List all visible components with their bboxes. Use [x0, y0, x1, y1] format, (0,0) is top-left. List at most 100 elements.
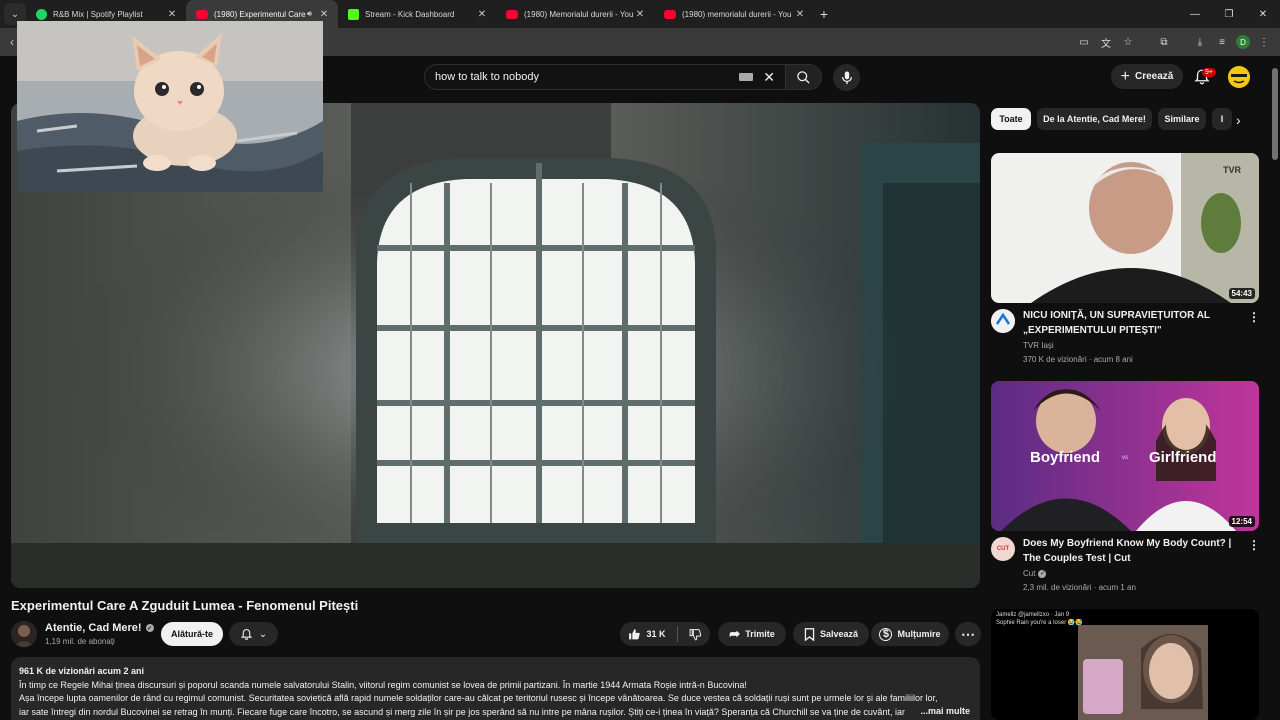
- description-box[interactable]: 961 K de vizionări acum 2 ani În timp ce…: [11, 657, 980, 720]
- microphone-icon: [841, 70, 852, 84]
- extensions-icon[interactable]: ⧉: [1156, 34, 1172, 50]
- more-horizontal-icon: ⋯: [961, 625, 975, 642]
- recommendation-thumbnail[interactable]: TVR 54:43: [991, 153, 1259, 303]
- thumbnail-image: TVR: [991, 153, 1259, 303]
- channel-name-row[interactable]: Atentie, Cad Mere! ✓: [45, 622, 154, 634]
- notifications-badge: 9+: [1202, 68, 1216, 77]
- cut-logo: CUT: [996, 546, 1010, 552]
- recommendation-channel[interactable]: Cut: [1023, 569, 1035, 578]
- profile-avatar[interactable]: D: [1236, 35, 1250, 49]
- voice-search-button[interactable]: [833, 64, 860, 91]
- keyboard-icon[interactable]: [739, 73, 754, 81]
- more-vertical-icon[interactable]: ⋮: [1248, 310, 1260, 324]
- save-button[interactable]: Salvează: [793, 622, 869, 646]
- search-button[interactable]: [786, 64, 822, 90]
- screen: ⌄ R&B Mix | Spotify Playlist ✕ (1980) Ex…: [0, 0, 1280, 720]
- like-dislike-group: 31 K: [620, 622, 710, 646]
- media-control-icon[interactable]: ≡: [1214, 34, 1230, 50]
- thumbnail-vs: vs: [1122, 455, 1128, 461]
- chip-partial[interactable]: I: [1212, 108, 1232, 130]
- new-tab-button[interactable]: +: [814, 6, 834, 22]
- youtube-icon: [196, 9, 208, 19]
- close-tab-icon[interactable]: ✕: [476, 9, 488, 20]
- description-line: În timp ce Regele Mihai ținea discursuri…: [19, 679, 747, 690]
- browser-tab[interactable]: (1980) memorialul durerii - You ✕: [654, 0, 814, 28]
- channel-name[interactable]: Atentie, Cad Mere!: [45, 622, 142, 634]
- recommendation-thumbnail[interactable]: Jamellz @jamellzxo · Jan 9 Sophie Rain y…: [991, 609, 1259, 720]
- video-duration: 54:43: [1228, 288, 1255, 299]
- browser-tab[interactable]: Stream - Kick Dashboard ✕: [338, 0, 496, 28]
- more-actions-button[interactable]: ⋯: [955, 622, 981, 646]
- chevron-right-icon[interactable]: ›: [1236, 112, 1241, 128]
- scrollbar-thumb[interactable]: [1272, 68, 1278, 160]
- chip-from-channel[interactable]: De la Atentie, Cad Mere!: [1037, 108, 1152, 130]
- search-box[interactable]: ✕: [424, 64, 786, 90]
- close-tab-icon[interactable]: ✕: [634, 9, 646, 20]
- window-close-icon[interactable]: ✕: [1246, 9, 1280, 20]
- channel-avatar-image: [11, 621, 37, 647]
- account-avatar[interactable]: [1228, 66, 1250, 88]
- bookmark-star-icon[interactable]: ☆: [1120, 34, 1136, 50]
- recommendation-meta: 2,3 mil. de vizionări · acum 1 an: [1023, 583, 1136, 592]
- thumbs-up-icon[interactable]: [628, 628, 641, 641]
- close-tab-icon[interactable]: ✕: [794, 9, 806, 20]
- clear-search-icon[interactable]: ✕: [763, 69, 775, 86]
- spotify-icon: [36, 8, 47, 20]
- bookmark-icon: [804, 627, 815, 641]
- recommendation-channel[interactable]: TVR Iași: [1023, 341, 1054, 350]
- translate-icon[interactable]: 文: [1098, 34, 1114, 50]
- recommendation-title[interactable]: NICU IONIȚĂ, UN SUPRAVIEȚUITOR AL „EXPER…: [1023, 309, 1235, 338]
- speaker-icon[interactable]: 🔊︎: [307, 9, 312, 19]
- close-tab-icon[interactable]: ✕: [166, 9, 178, 20]
- channel-avatar[interactable]: [11, 621, 37, 647]
- restore-icon[interactable]: ❐: [1212, 9, 1246, 20]
- tab-title: (1980) Experimentul Care A: [214, 9, 307, 19]
- channel-avatar[interactable]: CUT: [991, 537, 1015, 561]
- browser-tab[interactable]: (1980) Memorialul durerii - You ✕: [496, 0, 654, 28]
- page-scrollbar[interactable]: [1271, 62, 1279, 720]
- recommendation-channel-row[interactable]: Cut ✓: [1023, 569, 1047, 578]
- subscription-bell-button[interactable]: ⌄: [229, 622, 278, 646]
- recommendation-meta: 370 K de vizionări · acum 8 ani: [1023, 355, 1133, 364]
- view-stats: 961 K de vizionări acum 2 ani: [19, 666, 145, 676]
- minimize-icon[interactable]: —: [1178, 9, 1212, 20]
- close-tab-icon[interactable]: ✕: [318, 9, 330, 20]
- chevron-down-icon: ⌄: [258, 628, 268, 640]
- create-button[interactable]: + Creează: [1111, 64, 1183, 89]
- video-duration: 12:54: [1228, 516, 1255, 527]
- like-count[interactable]: 31 K: [646, 629, 665, 639]
- thumbs-down-icon[interactable]: [689, 628, 702, 641]
- youtube-icon: [506, 9, 518, 19]
- youtube-icon: [664, 9, 676, 19]
- dollar-heart-icon: $: [879, 627, 893, 641]
- chip-related[interactable]: Similare: [1158, 108, 1206, 130]
- create-label: Creează: [1134, 71, 1174, 82]
- thumbnail-text-right: Girlfriend: [1149, 449, 1217, 466]
- description-line: Așa începe lupta oamenilor de rând cu re…: [19, 693, 938, 703]
- plus-icon: +: [1120, 67, 1130, 85]
- recommendation-thumbnail[interactable]: Boyfriend vs Girlfriend 12:54: [991, 381, 1259, 531]
- chip-all[interactable]: Toate: [991, 108, 1031, 130]
- avatar-image: [1228, 66, 1250, 88]
- join-button[interactable]: Alătură-te: [161, 622, 223, 646]
- kitten-image: [17, 21, 323, 192]
- thanks-button[interactable]: $ Mulțumire: [871, 622, 949, 646]
- save-label: Salvează: [819, 629, 859, 639]
- tab-title: R&B Mix | Spotify Playlist: [53, 9, 143, 19]
- video-title: Experimentul Care A Zguduit Lumea - Feno…: [11, 598, 359, 613]
- search-input[interactable]: [435, 71, 740, 83]
- subscriber-count: 1,19 mil. de abonați: [45, 637, 115, 646]
- show-more-link[interactable]: ...mai multe: [916, 705, 970, 719]
- tab-title: Stream - Kick Dashboard: [365, 9, 455, 19]
- channel-avatar[interactable]: [991, 309, 1015, 333]
- recommendation-title[interactable]: Does My Boyfriend Know My Body Count? | …: [1023, 537, 1235, 566]
- download-icon[interactable]: ⤓: [1192, 34, 1208, 50]
- share-button[interactable]: ➦ Trimite: [718, 622, 786, 646]
- verified-icon: ✓: [145, 624, 154, 632]
- search-icon: [797, 70, 810, 84]
- cast-icon[interactable]: ▭: [1076, 34, 1092, 50]
- thumbnail-logo: TVR: [1223, 165, 1242, 175]
- share-label: Trimite: [745, 629, 775, 639]
- more-vertical-icon[interactable]: ⋮: [1248, 538, 1260, 552]
- browser-menu-icon[interactable]: ⋮: [1256, 34, 1272, 50]
